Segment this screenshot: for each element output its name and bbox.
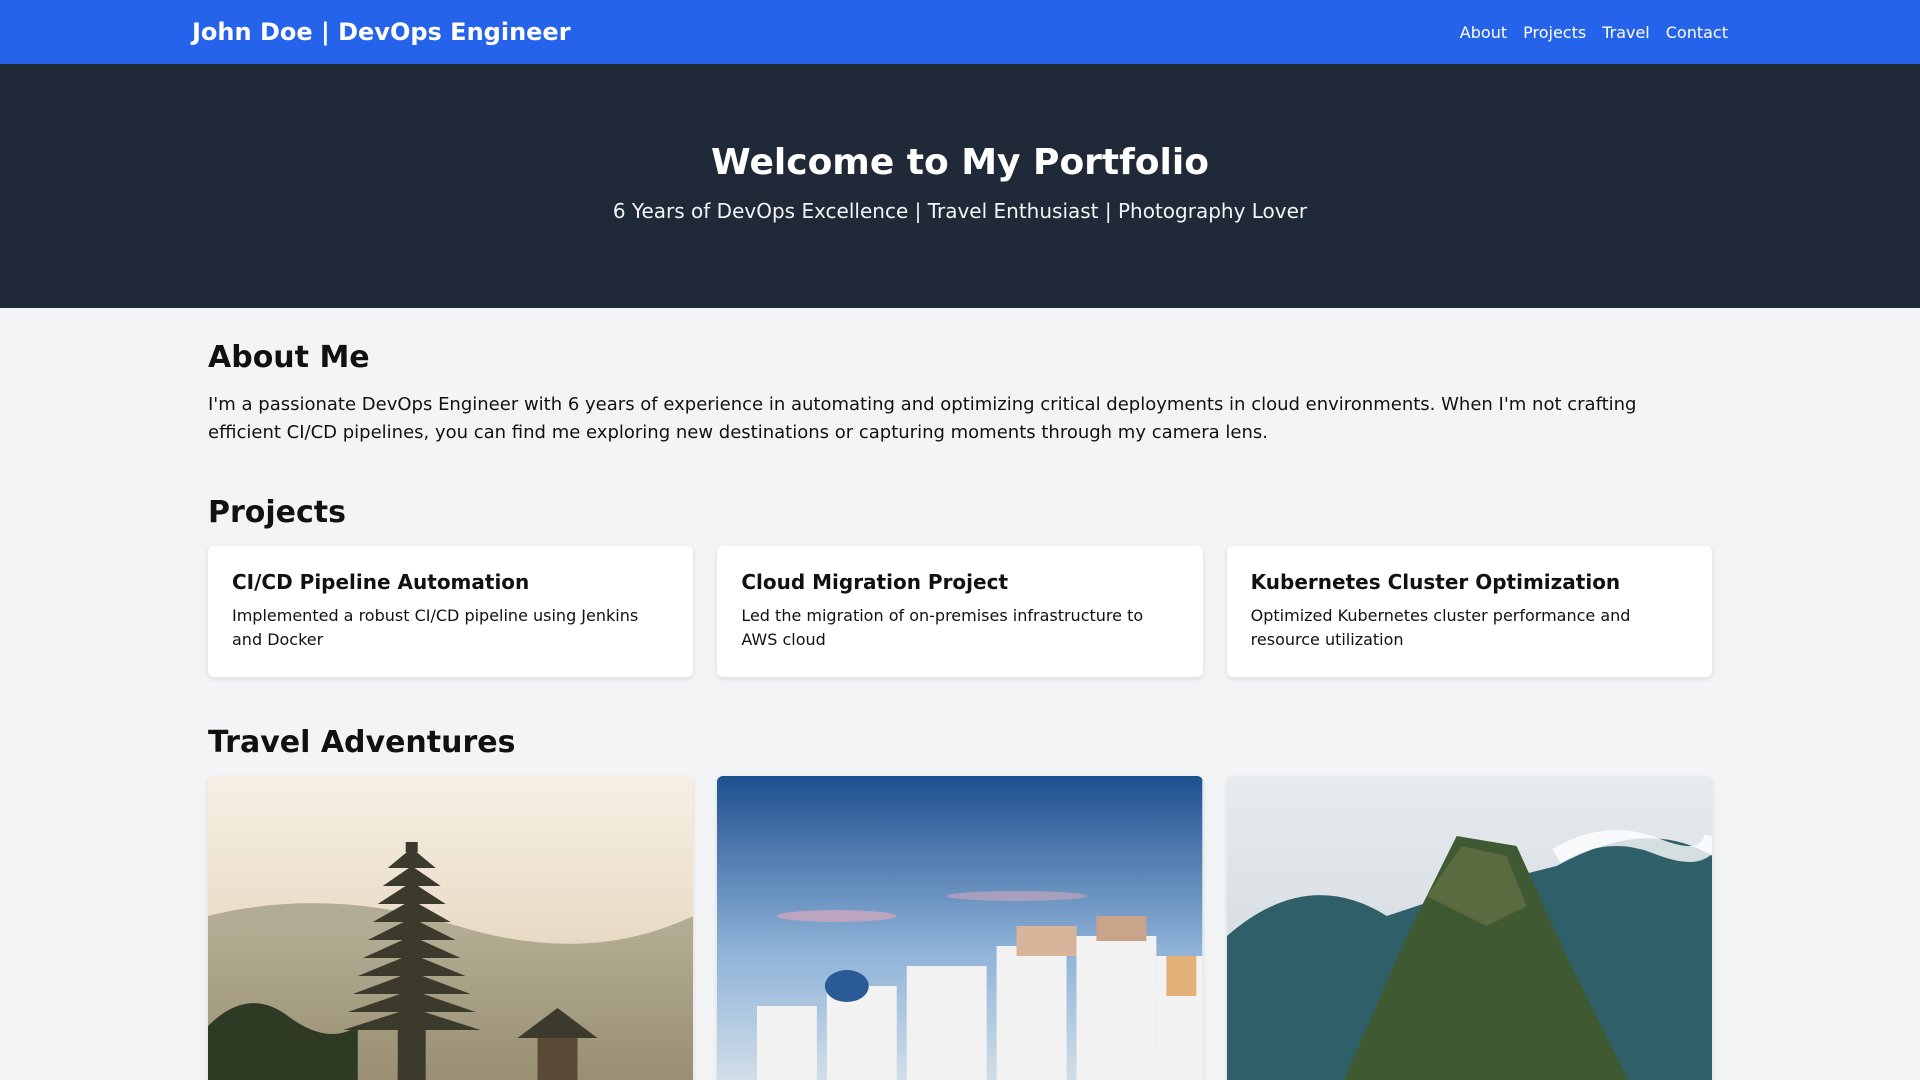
navbar: John Doe | DevOps Engineer About Project… bbox=[0, 0, 1920, 64]
project-description: Led the migration of on-premises infrast… bbox=[741, 606, 1144, 649]
project-card: Kubernetes Cluster Optimization Optimize… bbox=[1226, 546, 1712, 677]
nav-link-travel[interactable]: Travel bbox=[1602, 23, 1650, 42]
hero-title: Welcome to My Portfolio bbox=[711, 142, 1209, 183]
travel-photo-mountain bbox=[1226, 776, 1712, 1080]
nav-link-contact[interactable]: Contact bbox=[1666, 23, 1728, 42]
projects-section: Projects CI/CD Pipeline Automation Imple… bbox=[208, 447, 1712, 677]
project-description: Implemented a robust CI/CD pipeline usin… bbox=[232, 606, 639, 649]
project-card: Cloud Migration Project Led the migratio… bbox=[717, 546, 1203, 677]
brand-title[interactable]: John Doe | DevOps Engineer bbox=[192, 18, 571, 46]
about-text: I'm a passionate DevOps Engineer with 6 … bbox=[208, 394, 1637, 443]
travel-gallery bbox=[208, 776, 1712, 1080]
project-title: Cloud Migration Project bbox=[741, 570, 1009, 594]
project-title: Kubernetes Cluster Optimization bbox=[1250, 570, 1621, 594]
travel-photo-temple bbox=[208, 776, 694, 1080]
project-description: Optimized Kubernetes cluster performance… bbox=[1250, 606, 1631, 649]
nav-links: About Projects Travel Contact bbox=[1460, 23, 1728, 42]
projects-heading: Projects bbox=[208, 495, 347, 530]
project-cards: CI/CD Pipeline Automation Implemented a … bbox=[208, 546, 1712, 677]
travel-photo-santorini bbox=[717, 776, 1203, 1080]
project-title: CI/CD Pipeline Automation bbox=[232, 570, 530, 594]
hero-subtitle: 6 Years of DevOps Excellence | Travel En… bbox=[612, 199, 1308, 223]
nav-link-projects[interactable]: Projects bbox=[1523, 23, 1586, 42]
nav-link-about[interactable]: About bbox=[1460, 23, 1507, 42]
about-heading: About Me bbox=[208, 340, 370, 375]
about-section: About Me I'm a passionate DevOps Enginee… bbox=[208, 308, 1712, 447]
main-content: About Me I'm a passionate DevOps Enginee… bbox=[0, 308, 1920, 1080]
travel-section: Travel Adventures bbox=[208, 677, 1712, 1080]
hero-banner: Welcome to My Portfolio 6 Years of DevOp… bbox=[0, 64, 1920, 308]
project-card: CI/CD Pipeline Automation Implemented a … bbox=[208, 546, 694, 677]
travel-heading: Travel Adventures bbox=[208, 725, 516, 760]
